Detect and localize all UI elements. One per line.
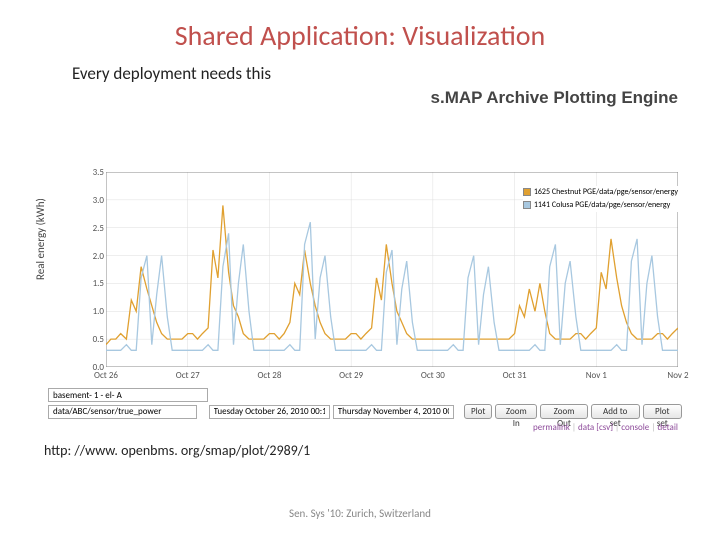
y-tick: 2.0	[86, 251, 104, 262]
x-tick: Oct 28	[257, 370, 281, 381]
slide-footer: Sen. Sys '10: Zurich, Switzerland	[0, 507, 720, 520]
url-text: http: //www. openbms. org/smap/plot/2989…	[44, 442, 310, 459]
zoom-in-button[interactable]: Zoom In	[495, 404, 537, 419]
x-tick: Nov 2	[667, 370, 688, 381]
legend-item-a: 1625 Chestnut PGE/data/pge/sensor/energy	[523, 186, 678, 198]
detail-link[interactable]: detail	[657, 422, 678, 433]
console-link[interactable]: console	[621, 422, 649, 433]
zoom-out-button[interactable]: Zoom Out	[540, 404, 588, 419]
date-to-input[interactable]	[333, 405, 454, 419]
slide-title: Shared Application: Visualization	[0, 0, 720, 53]
footer-links: permalink | data [csv] | console | detai…	[533, 422, 678, 433]
x-tick: Oct 26	[94, 370, 118, 381]
legend-swatch-b	[523, 201, 531, 209]
legend-label-a: 1625 Chestnut PGE/data/pge/sensor/energy	[534, 186, 678, 198]
y-tick: 1.5	[86, 278, 104, 289]
path-input[interactable]	[48, 405, 197, 419]
legend-item-b: 1141 Colusa PGE/data/pge/sensor/energy	[523, 199, 678, 211]
app-title: s.MAP Archive Plotting Engine	[0, 84, 720, 108]
permalink-link[interactable]: permalink	[533, 422, 570, 433]
y-tick: 0.5	[86, 334, 104, 345]
y-tick: 3.5	[86, 167, 104, 178]
legend-label-b: 1141 Colusa PGE/data/pge/sensor/energy	[534, 199, 670, 211]
y-tick: 1.0	[86, 306, 104, 317]
y-tick: 2.5	[86, 223, 104, 234]
data-csv-link[interactable]: data [csv]	[578, 422, 613, 433]
x-tick: Nov 1	[586, 370, 607, 381]
slide-subtitle: Every deployment needs this	[0, 53, 720, 84]
legend: 1625 Chestnut PGE/data/pge/sensor/energy…	[523, 186, 678, 212]
controls-row-1	[48, 388, 208, 402]
plot-set-button[interactable]: Plot set	[643, 404, 682, 419]
y-tick: 3.0	[86, 195, 104, 206]
y-axis-label: Real energy (kWh)	[34, 198, 47, 280]
x-tick: Oct 27	[176, 370, 200, 381]
x-tick: Oct 31	[503, 370, 527, 381]
plot-button[interactable]: Plot	[464, 404, 492, 419]
date-from-input[interactable]	[209, 405, 330, 419]
add-to-set-button[interactable]: Add to set	[591, 404, 640, 419]
x-tick: Oct 29	[339, 370, 363, 381]
x-tick: Oct 30	[421, 370, 445, 381]
controls-row-2: Plot Zoom In Zoom Out Add to set Plot se…	[48, 404, 682, 419]
streams-input[interactable]	[48, 388, 208, 402]
legend-swatch-a	[523, 188, 531, 196]
